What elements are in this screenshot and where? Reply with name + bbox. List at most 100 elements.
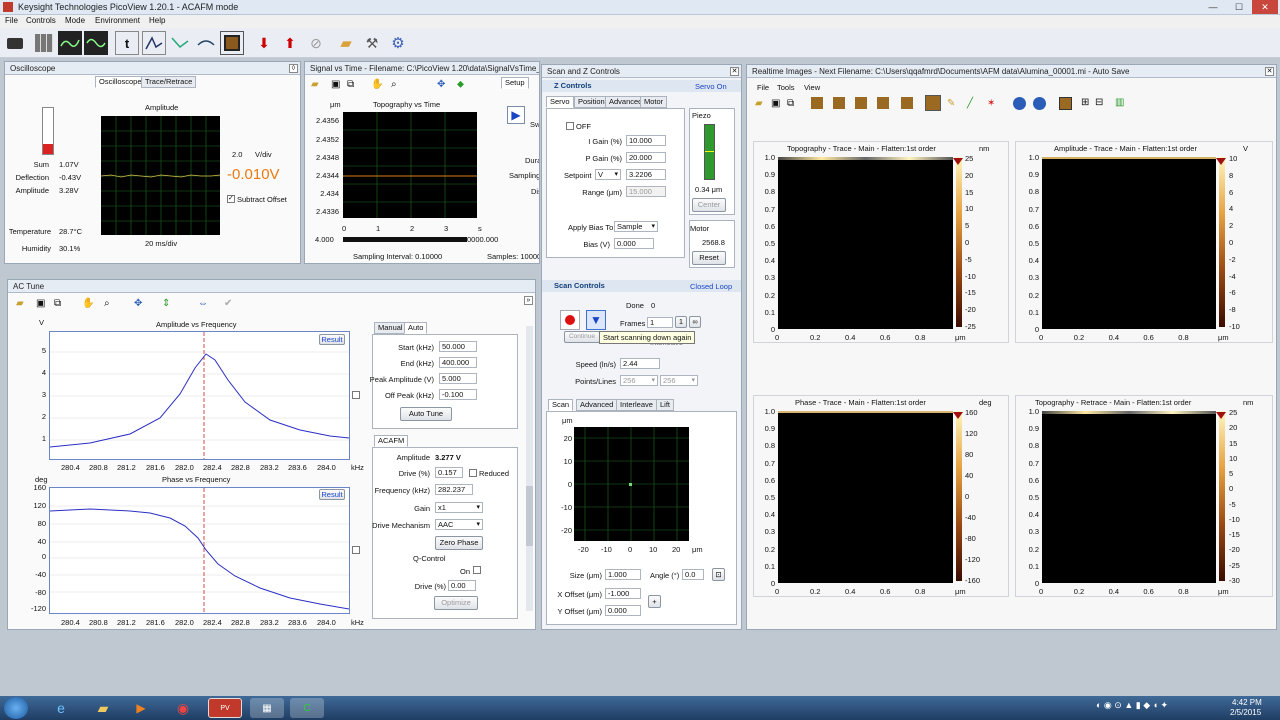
picoview-taskbar-icon[interactable]: PV [208,698,242,718]
rt-image-tool-1-icon[interactable] [811,97,823,109]
explorer-taskbar-icon[interactable]: ▰ [86,698,120,718]
reduced-checkbox[interactable] [469,469,477,477]
menu-file[interactable]: File [5,16,18,25]
scan-down-button[interactable]: ▼ [586,310,606,330]
apply-bias-select[interactable]: Sample [614,221,658,232]
minimize-button[interactable]: — [1200,0,1226,14]
stop-icon[interactable]: ⊘ [304,31,328,55]
offset-center-button[interactable]: + [648,595,661,608]
oscilloscope-toggle-icon[interactable] [58,31,82,55]
rt-image-tool-3-icon[interactable] [855,97,867,109]
points-select[interactable]: 256 [620,375,658,386]
speed-input[interactable]: 2.44 [620,358,660,369]
phase-result-button[interactable]: Result [319,489,345,500]
signal-copy-icon[interactable]: ⧉ [347,79,354,90]
ac-tune-scrollbar[interactable] [526,326,533,611]
sweep-play-button[interactable]: ▶ [507,106,525,124]
rt-image-tool-4-icon[interactable] [877,97,889,109]
open-folder-icon[interactable]: ▰ [334,31,358,55]
network-taskbar-icon[interactable]: ▦ [250,698,284,718]
rt-copy-icon[interactable]: ⧉ [787,98,794,109]
drive-mechanism-select[interactable]: AAC [435,519,483,530]
rt-info-a-icon[interactable] [1013,97,1026,110]
oscilloscope-collapse-button[interactable]: ◊ [289,64,298,73]
menu-mode[interactable]: Mode [65,16,85,25]
tab-oscilloscope[interactable]: Oscilloscope [95,76,146,88]
rt-image-tool-5-icon[interactable] [901,97,913,109]
scan-area-plot[interactable] [574,427,689,541]
ac-tune-collapse-button[interactable]: » [524,296,533,305]
signal-open-icon[interactable]: ▰ [311,79,319,90]
signal-move-icon[interactable]: ✥ [437,79,445,90]
clock-date[interactable]: 2/5/2015 [1230,708,1261,717]
tab-acafm[interactable]: ACAFM [374,435,409,447]
actune-zoom-icon[interactable]: ⌕ [104,298,110,309]
continue-button[interactable]: Continue [564,331,600,343]
signal-cursor-icon[interactable]: ⬥ [457,79,464,90]
actune-copy-icon[interactable]: ⧉ [54,298,61,309]
tab-scan[interactable]: Scan [548,399,574,411]
menu-help[interactable]: Help [149,16,165,25]
chrome-taskbar-icon[interactable]: ◉ [166,698,200,718]
optimize-button[interactable]: Optimize [434,596,478,610]
setpoint-input[interactable]: 3.2206 [626,169,666,180]
image-amplitude-trace[interactable] [1042,157,1216,329]
tab-manual[interactable]: Manual [374,322,407,334]
close-window-button[interactable]: ✕ [1252,0,1278,14]
auto-peak-amp-input[interactable]: 5.000 [439,373,477,384]
image-marker-icon[interactable] [1216,158,1226,165]
frames-one-button[interactable]: 1 [675,316,687,328]
camera-icon[interactable] [3,31,27,55]
rt-ruler-icon[interactable]: ✎ [947,98,955,109]
x-offset-input[interactable]: -1.000 [605,588,641,599]
actune-save-icon[interactable]: ▣ [36,298,45,309]
menu-controls[interactable]: Controls [26,16,56,25]
zero-phase-button[interactable]: Zero Phase [435,536,483,550]
clock-time[interactable]: 4:42 PM [1232,698,1262,707]
tab-motor[interactable]: Motor [640,96,668,108]
actune-vexpand-icon[interactable]: ⇕ [162,298,170,309]
image-view-icon[interactable] [220,31,244,55]
bias-input[interactable]: 0.000 [614,238,654,249]
grid-icon[interactable] [32,31,56,55]
record-button[interactable] [560,310,580,330]
rt-layout-icon[interactable]: ▥ [1115,97,1124,108]
signal-pan-icon[interactable]: ✋ [371,79,383,90]
q-drive-input[interactable]: 0.00 [448,580,476,591]
amp-result-button[interactable]: Result [319,334,345,345]
rt-line-icon[interactable]: ╱ [967,98,973,109]
signal-toggle-icon[interactable] [84,31,108,55]
ie-taskbar-icon[interactable]: e [44,698,78,718]
servo-off-checkbox[interactable] [566,122,574,130]
realtime-close-button[interactable]: ✕ [1265,67,1274,76]
actune-move-icon[interactable]: ✥ [134,298,142,309]
frames-input[interactable]: 1 [647,317,673,328]
start-button[interactable] [4,697,28,719]
realtime-menu-tools[interactable]: Tools [777,83,795,92]
approach-down-icon[interactable]: ⬇ [252,31,276,55]
approach-curve-icon[interactable] [194,31,218,55]
rt-zoom-out-icon[interactable]: ⊟ [1095,97,1103,108]
angle-input[interactable]: 0.0 [682,569,704,580]
frequency-input[interactable]: 282.237 [435,484,473,495]
tab-auto[interactable]: Auto [404,322,428,334]
tab-lift[interactable]: Lift [656,399,675,411]
acafm-drive-input[interactable]: 0.157 [435,467,463,478]
maximize-button[interactable]: ☐ [1226,0,1252,14]
tab-setup[interactable]: Setup [501,77,529,89]
p-gain-input[interactable]: 20.000 [626,152,666,163]
lines-select[interactable]: 256 [660,375,698,386]
setpoint-unit-select[interactable]: V [595,169,621,180]
tab-position[interactable]: Position [574,96,609,108]
y-offset-input[interactable]: 0.000 [605,605,641,616]
image-phase-trace[interactable] [778,411,953,583]
phase-visible-checkbox[interactable] [352,546,360,554]
rt-image-tool-2-icon[interactable] [833,97,845,109]
actune-pan-icon[interactable]: ✋ [82,298,94,309]
image-marker-icon[interactable] [953,158,963,165]
rt-image-tool-6-icon[interactable] [925,95,941,111]
tab-trace-retrace[interactable]: Trace/Retrace [141,76,197,88]
withdraw-up-icon[interactable]: ⬆ [278,31,302,55]
rt-info-b-icon[interactable] [1033,97,1046,110]
actune-hexpand-icon[interactable]: ⇔ [198,298,208,309]
